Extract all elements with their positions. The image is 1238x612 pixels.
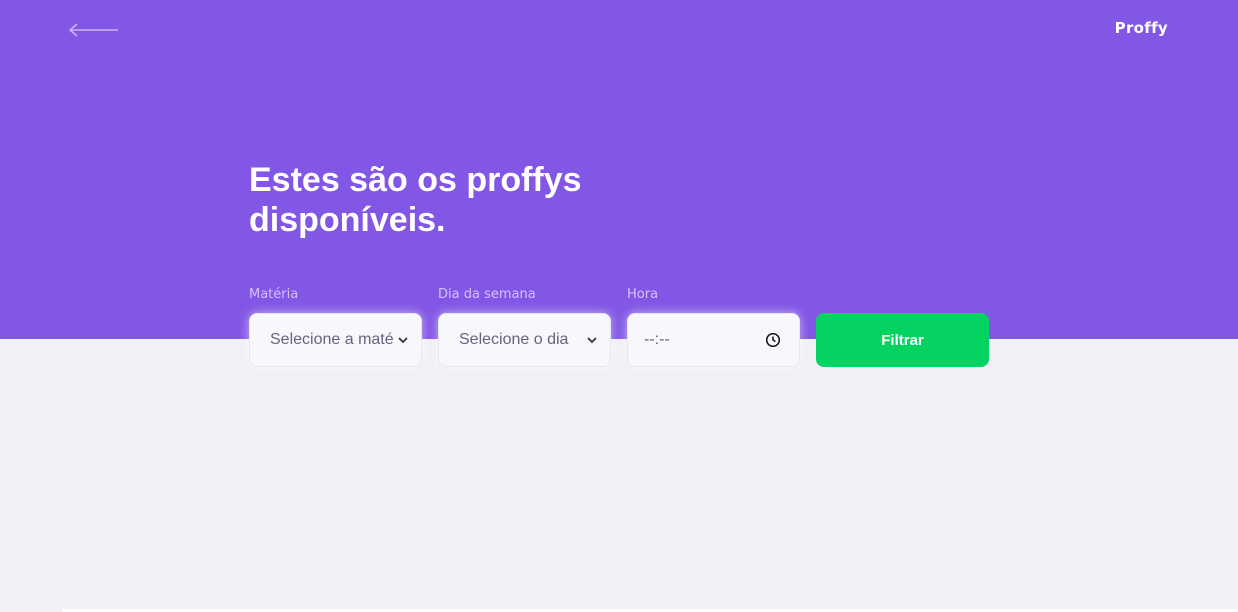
clock-icon[interactable] <box>765 332 781 348</box>
weekday-select-value: Selecione o dia <box>459 331 569 348</box>
weekday-label: Dia da semana <box>438 287 536 302</box>
subject-label: Matéria <box>249 287 299 302</box>
time-label: Hora <box>627 287 659 302</box>
subject-select-value: Selecione a maté <box>270 331 394 348</box>
filter-button[interactable]: Filtrar <box>816 313 989 367</box>
page-title: Estes são os proffys disponíveis. <box>249 160 649 240</box>
weekday-select[interactable]: Selecione o dia <box>438 313 611 367</box>
time-input-value: --:-- <box>644 331 670 348</box>
back-link[interactable] <box>66 18 122 42</box>
page-title-line-2: disponíveis. <box>249 201 446 239</box>
subject-select[interactable]: Selecione a maté <box>249 313 422 367</box>
logo: Proffy <box>1114 19 1168 37</box>
time-input[interactable]: --:-- <box>627 313 800 367</box>
chevron-down-icon <box>398 337 408 344</box>
page-title-line-1: Estes são os proffys <box>249 161 582 199</box>
chevron-down-icon <box>587 337 597 344</box>
arrow-left-icon <box>68 23 118 37</box>
page-header: Proffy Estes são os proffys disponíveis. <box>0 0 1238 339</box>
